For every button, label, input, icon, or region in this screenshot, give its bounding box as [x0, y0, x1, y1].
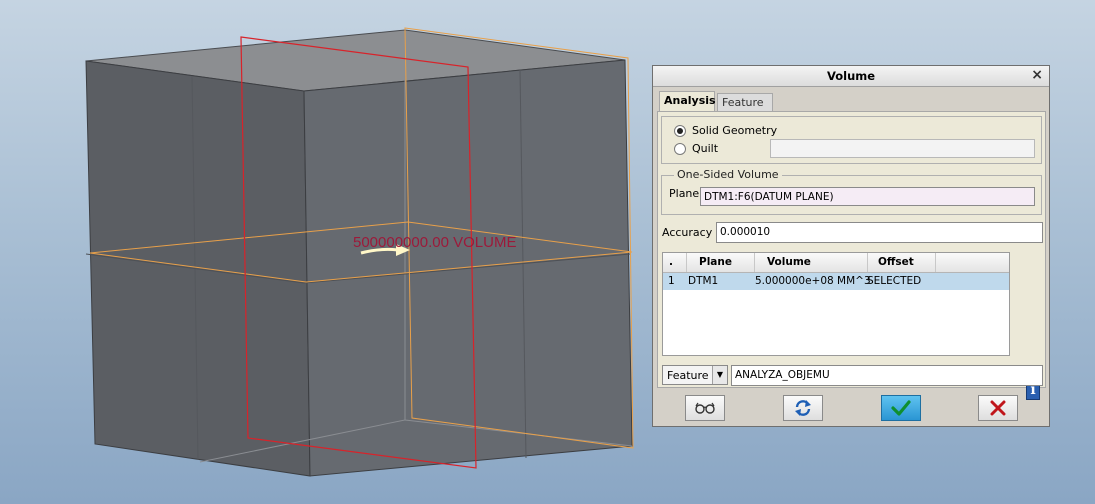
column-header-offset[interactable]: Offset [868, 253, 936, 272]
feature-type-value: Feature [667, 369, 709, 382]
dialog-titlebar[interactable]: Volume × [653, 66, 1049, 87]
one-sided-volume-legend: One-Sided Volume [674, 168, 782, 181]
row-volume: 5.000000e+08 MM^3 [755, 275, 871, 287]
cancel-button[interactable] [978, 395, 1018, 421]
analysis-panel: Solid Geometry Quilt One-Sided Volume Pl… [657, 111, 1046, 400]
table-row[interactable]: 1 DTM1 5.000000e+08 MM^3 SELECTED [663, 273, 1009, 290]
quilt-input[interactable] [770, 139, 1035, 158]
column-header-plane[interactable]: Plane [687, 253, 755, 272]
row-offset: SELECTED [867, 275, 922, 287]
preview-icon [695, 402, 715, 414]
dialog-title: Volume [826, 69, 876, 83]
quilt-radio[interactable] [674, 143, 686, 155]
feature-type-dropdown[interactable]: Feature ▼ [662, 365, 728, 385]
accuracy-input[interactable]: 0.000010 [716, 222, 1043, 243]
check-icon [891, 400, 911, 416]
row-index: 1 [668, 275, 675, 287]
solid-geometry-label: Solid Geometry [692, 124, 778, 137]
solid-geometry-radio[interactable] [674, 125, 686, 137]
repeat-icon [795, 400, 811, 416]
tab-feature[interactable]: Feature [717, 93, 773, 111]
feature-name-input[interactable]: ANALYZA_OBJEMU [731, 365, 1043, 386]
column-header-volume[interactable]: Volume [755, 253, 868, 272]
geometry-type-group: Solid Geometry Quilt [661, 116, 1042, 164]
close-icon[interactable]: × [1031, 67, 1043, 83]
chevron-down-icon[interactable]: ▼ [712, 366, 727, 384]
tab-analysis[interactable]: Analysis [659, 91, 716, 112]
cancel-x-icon [990, 400, 1006, 416]
accuracy-label: Accuracy [662, 226, 713, 239]
repeat-button[interactable] [783, 395, 823, 421]
results-table[interactable]: . Plane Volume Offset 1 DTM1 5.000000e+0… [662, 252, 1010, 356]
row-plane: DTM1 [688, 275, 719, 287]
preview-button[interactable] [685, 395, 725, 421]
ok-button[interactable] [881, 395, 921, 421]
volume-annotation[interactable]: 500000000.00 VOLUME [353, 234, 516, 251]
volume-dialog: Volume × Analysis Feature Solid Geometry… [652, 65, 1050, 427]
one-sided-volume-group: One-Sided Volume Plane DTM1:F6(DATUM PLA… [661, 168, 1042, 215]
plane-label: Plane [669, 187, 700, 200]
table-header: . Plane Volume Offset [663, 253, 1009, 273]
column-header-index[interactable]: . [663, 253, 687, 272]
plane-field[interactable]: DTM1:F6(DATUM PLANE) [700, 187, 1035, 206]
column-header-spacer [936, 253, 1009, 272]
quilt-label: Quilt [692, 142, 719, 155]
